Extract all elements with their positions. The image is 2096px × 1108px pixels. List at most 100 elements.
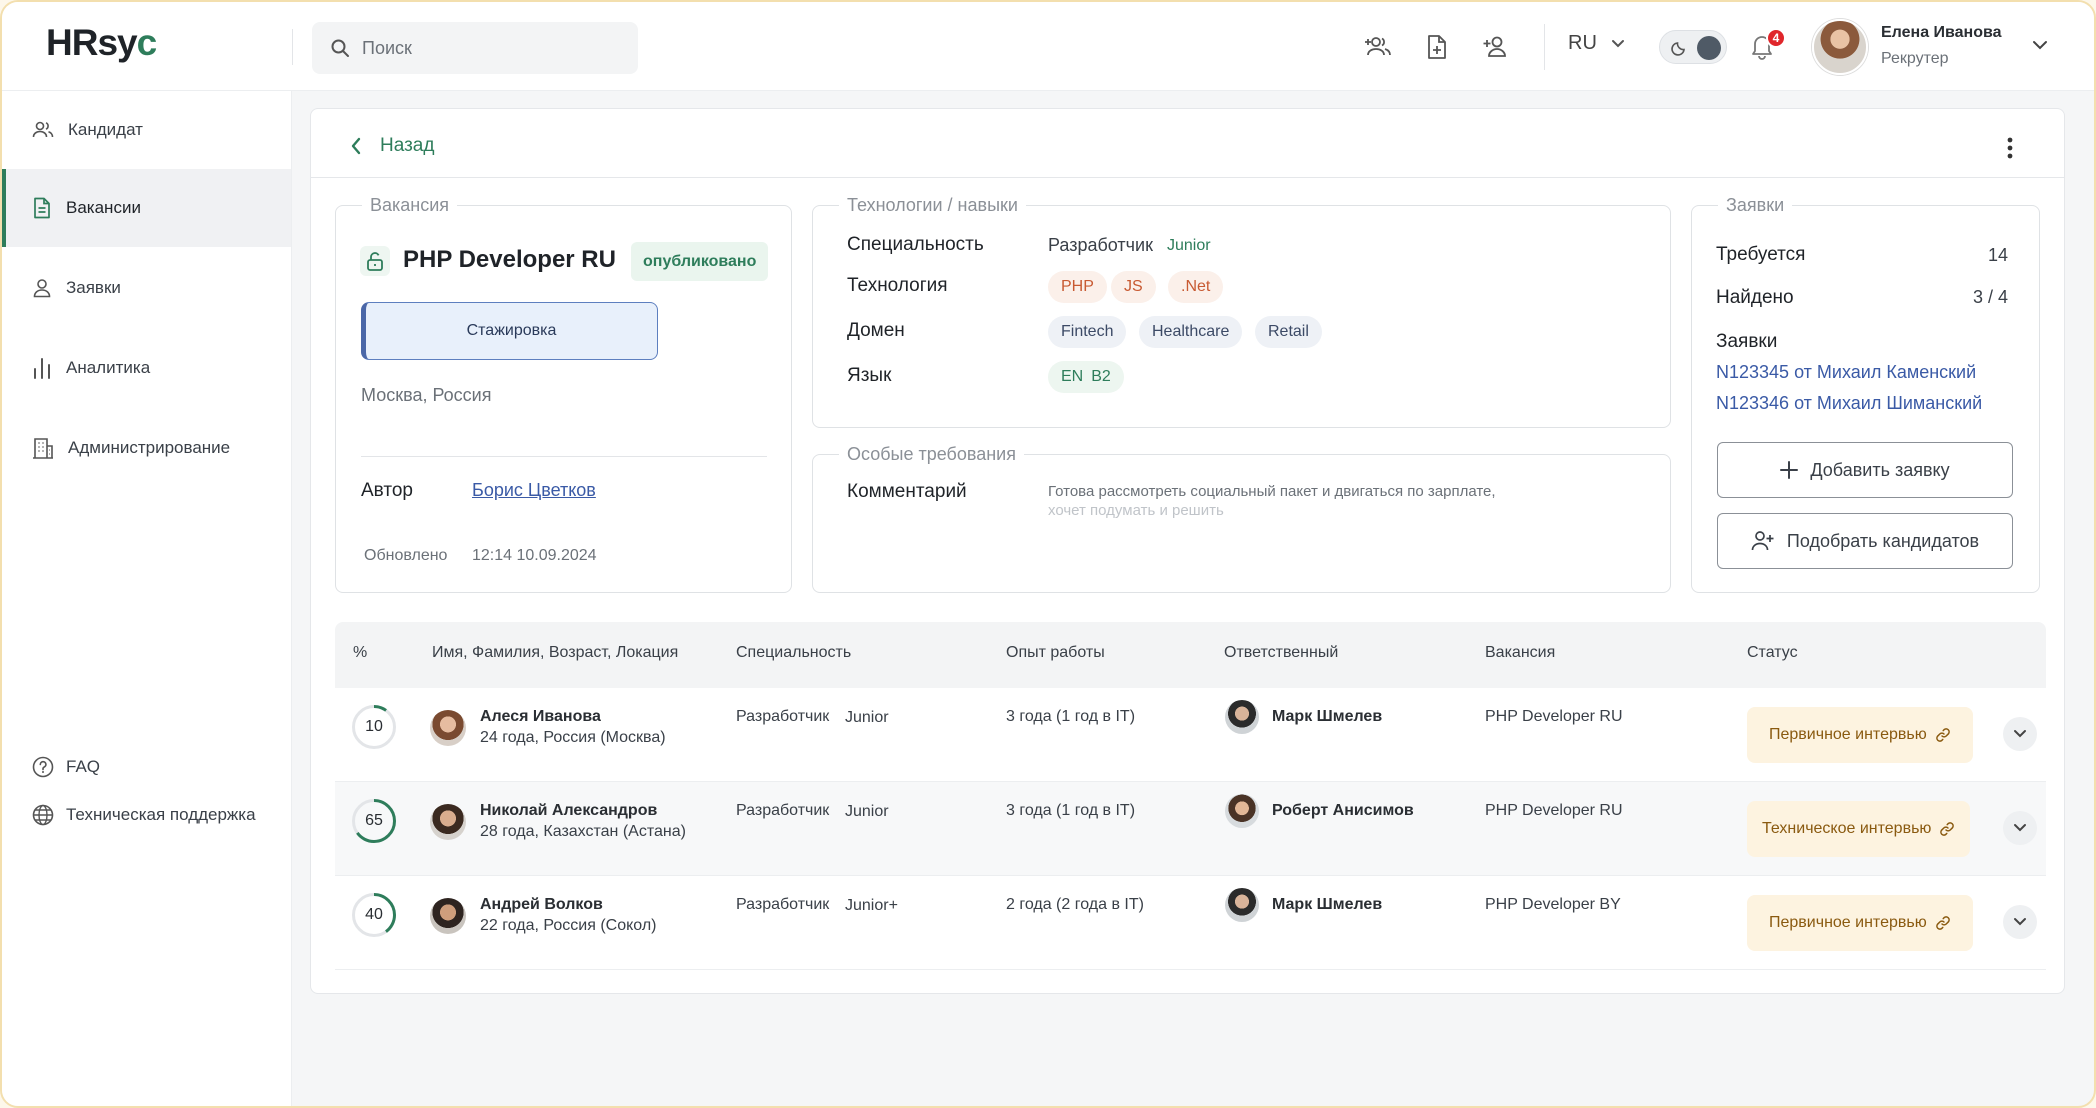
status-button[interactable]: Первичное интервью: [1747, 707, 1973, 763]
request-link[interactable]: N123345 от Михаил Каменский: [1716, 362, 1976, 383]
search-box[interactable]: [312, 22, 638, 74]
user-plus-icon[interactable]: [1479, 30, 1513, 64]
language-chip: EN B2: [1048, 361, 1124, 393]
add-request-button[interactable]: Добавить заявку: [1717, 442, 2013, 498]
toggle-knob: [1697, 36, 1721, 60]
updated-value: 12:14 10.09.2024: [472, 547, 597, 564]
sidebar-item-vacancies[interactable]: Вакансии: [2, 169, 291, 247]
skills-section: Технологии / навыки: [812, 195, 1671, 428]
sidebar-item-candidates[interactable]: Кандидат: [2, 91, 291, 169]
sidebar-item-label: Заявки: [66, 278, 121, 297]
avatar: [1225, 888, 1259, 922]
avatar: [430, 898, 466, 934]
column-header[interactable]: %: [353, 644, 367, 662]
updated-label: Обновлено: [364, 547, 448, 564]
candidate-name[interactable]: Андрей Волков: [480, 896, 603, 914]
language-label: Язык: [847, 365, 892, 386]
technology-label: Технология: [847, 275, 948, 296]
domain-chip: Fintech: [1048, 316, 1127, 348]
search-icon: [331, 39, 349, 57]
status-label: Техническое интервью: [1762, 820, 1932, 837]
candidate-meta: 24 года, Россия (Москва): [480, 729, 666, 746]
column-header[interactable]: Специальность: [736, 644, 851, 662]
match-percent: 65: [365, 812, 383, 829]
match-percent-ring: 65: [351, 798, 397, 844]
language-select[interactable]: RU: [1568, 32, 1625, 55]
experience-cell: 3 года (1 год в IT): [1006, 802, 1136, 819]
sidebar-item-admin[interactable]: Администрирование: [2, 409, 291, 487]
section-legend: Заявки: [1726, 195, 1785, 215]
candidate-meta: 28 года, Казахстан (Астана): [480, 823, 686, 840]
request-link[interactable]: N123346 от Михаил Шиманский: [1716, 393, 1982, 414]
status-button[interactable]: Техническое интервью: [1747, 801, 1971, 857]
level-cell: Junior: [845, 709, 889, 726]
section-legend: Технологии / навыки: [847, 195, 1018, 215]
sidebar-item-analytics[interactable]: Аналитика: [2, 329, 291, 407]
sidebar-item-support[interactable]: Техническая поддержка: [32, 804, 256, 826]
responsible-name: Роберт Анисимов: [1272, 802, 1414, 819]
file-plus-icon[interactable]: [1420, 30, 1454, 64]
tech-chip: JS: [1111, 271, 1156, 303]
sidebar-item-label: Вакансии: [66, 198, 141, 217]
divider: [311, 177, 2064, 178]
avatar[interactable]: [1812, 19, 1868, 75]
status-button[interactable]: Первичное интервью: [1747, 895, 1973, 951]
vacancy-cell: PHP Developer RU: [1485, 708, 1623, 725]
responsible-name: Марк Шмелев: [1272, 896, 1383, 913]
sidebar-item-faq[interactable]: FAQ: [32, 756, 100, 778]
status-label: Первичное интервью: [1769, 726, 1927, 743]
expand-row-button[interactable]: [2003, 905, 2037, 939]
match-candidates-button[interactable]: Подобрать кандидатов: [1717, 513, 2013, 569]
avatar: [1225, 700, 1259, 734]
chevron-down-icon[interactable]: [2032, 40, 2048, 50]
author-link[interactable]: Борис Цветков: [472, 480, 596, 501]
level-cell: Junior+: [845, 897, 898, 914]
column-header[interactable]: Вакансия: [1485, 644, 1555, 662]
plus-icon: [1780, 461, 1799, 479]
sidebar-item-label: Аналитика: [66, 358, 151, 377]
level-cell: Junior: [845, 803, 889, 820]
sidebar-item-requests[interactable]: Заявки: [2, 249, 291, 327]
candidate-name[interactable]: Николай Александров: [480, 802, 657, 820]
back-button[interactable]: Назад: [350, 135, 434, 157]
requests-list-label: Заявки: [1716, 331, 1778, 352]
expand-row-button[interactable]: [2003, 811, 2037, 845]
sidebar: Кандидат Вакансии Заявки Аналитика Админ…: [2, 91, 292, 1106]
divider: [361, 456, 767, 457]
column-header[interactable]: Статус: [1747, 644, 1798, 662]
users-plus-icon[interactable]: [1362, 30, 1396, 64]
button-label: Добавить заявку: [1810, 459, 1950, 480]
candidate-name[interactable]: Алеся Иванова: [480, 708, 601, 726]
match-percent-ring: 10: [351, 704, 397, 750]
chevron-down-icon: [2014, 918, 2026, 926]
language-code: EN: [1061, 368, 1084, 385]
vacancy-cell: PHP Developer RU: [1485, 802, 1623, 819]
comment-line: хочет подумать и решить: [1048, 502, 1224, 519]
users-icon: [32, 121, 54, 138]
user-icon: [33, 279, 51, 298]
domain-chip: Retail: [1255, 316, 1322, 348]
expand-row-button[interactable]: [2003, 717, 2037, 751]
search-input[interactable]: [362, 37, 622, 59]
more-vertical-icon[interactable]: [2006, 136, 2014, 160]
author-label: Автор: [361, 480, 413, 501]
match-percent: 10: [365, 718, 383, 735]
specialty-cell: Разработчик: [736, 896, 830, 913]
theme-toggle[interactable]: [1659, 30, 1727, 64]
tech-chip: PHP: [1048, 271, 1107, 303]
link-icon: [1935, 728, 1950, 742]
globe-icon: [32, 804, 54, 826]
internship-button[interactable]: Стажировка: [361, 302, 658, 360]
avatar: [1225, 794, 1259, 828]
column-header[interactable]: Опыт работы: [1006, 644, 1105, 662]
language-level: B2: [1091, 368, 1111, 385]
back-label: Назад: [380, 135, 435, 156]
sidebar-item-label: Техническая поддержка: [66, 805, 256, 824]
column-header[interactable]: Ответственный: [1224, 644, 1338, 662]
app-window: HRsyc RU 4 Елена Иванова Рекрутер: [0, 0, 2096, 1108]
section-legend: Вакансия: [370, 195, 450, 215]
column-header[interactable]: Имя, Фамилия, Возраст, Локация: [432, 644, 678, 662]
user-plus-icon: [1751, 531, 1774, 551]
comment-label: Комментарий: [847, 481, 967, 502]
link-icon: [1935, 916, 1950, 930]
